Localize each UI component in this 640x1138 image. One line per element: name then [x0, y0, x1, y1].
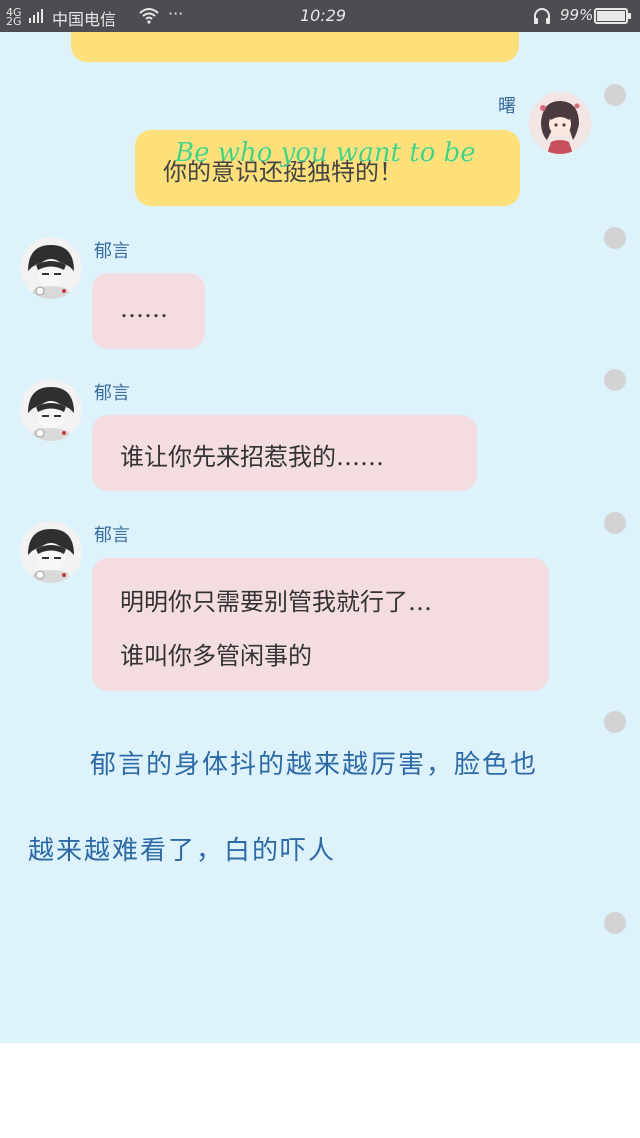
select-indicator[interactable] [604, 369, 626, 391]
clock: 10:29 [300, 6, 347, 25]
wifi-icon [138, 6, 160, 28]
headphone-icon [532, 6, 552, 30]
battery-icon [594, 8, 632, 28]
sender-name: 郁言 [94, 241, 130, 262]
sender-name: 郁言 [94, 383, 130, 404]
battery-percent: 99% [560, 6, 594, 24]
narration-line-2: 越来越难看了，白的吓人 [28, 836, 337, 866]
sender-name: 郁言 [94, 525, 130, 546]
select-indicator[interactable] [604, 711, 626, 733]
sender-name: 曙 [498, 96, 516, 117]
more-indicator: ··· [168, 4, 184, 23]
overlay-caption: Be who you want to be [175, 138, 476, 168]
message-text-line-2: 谁叫你多管闲事的 [120, 642, 312, 670]
select-indicator[interactable] [604, 912, 626, 934]
status-bar: 4G 2G 中国电信 ··· 10:29 99% [0, 0, 640, 32]
avatar-contact[interactable] [20, 379, 82, 441]
message-bubble-contact[interactable]: 谁让你先来招惹我的…… [92, 415, 477, 491]
message-bubble-contact[interactable]: …… [92, 273, 205, 349]
signal-icon [28, 8, 46, 28]
select-indicator[interactable] [604, 84, 626, 106]
message-text: …… [120, 295, 168, 323]
carrier-label: 中国电信 [52, 10, 117, 29]
avatar-contact[interactable] [20, 237, 82, 299]
avatar-self[interactable] [529, 92, 591, 154]
network-indicator: 4G 2G [6, 6, 22, 28]
message-bubble-contact[interactable]: 明明你只需要别管我就行了… 谁叫你多管闲事的 [92, 558, 549, 691]
previous-message-bubble [71, 32, 519, 62]
message-bubble-self[interactable]: 你的意识还挺独特的！ Be who you want to be [135, 130, 520, 206]
bottom-blank-area [0, 1043, 640, 1138]
avatar-contact[interactable] [20, 521, 82, 583]
select-indicator[interactable] [604, 227, 626, 249]
message-text-line-1: 明明你只需要别管我就行了… [120, 588, 432, 616]
message-text: 谁让你先来招惹我的…… [120, 443, 384, 471]
chat-area[interactable]: 曙 你的意识还挺独特的！ Be who you want to be 郁言 …… [0, 32, 640, 1043]
select-indicator[interactable] [604, 512, 626, 534]
narration-line-1: 郁言的身体抖的越来越厉害，脸色也 [90, 750, 539, 780]
